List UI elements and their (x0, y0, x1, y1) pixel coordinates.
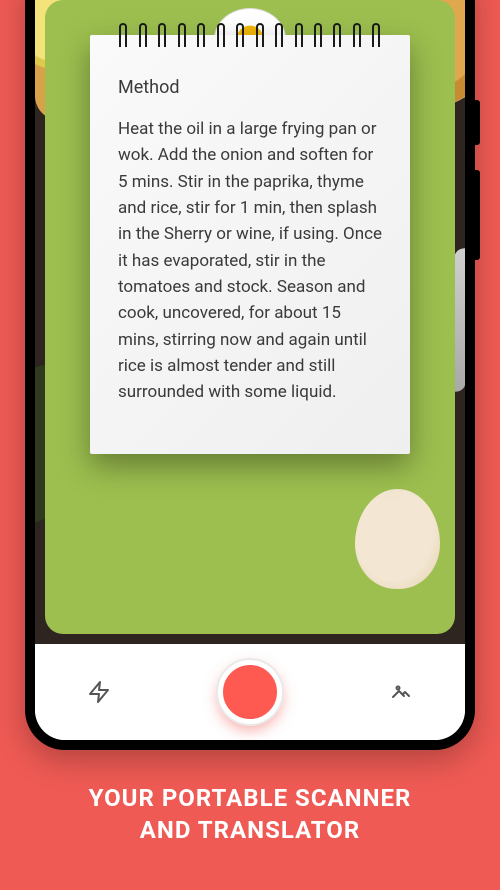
phone-screen: Method Heat the oil in a large frying pa… (35, 0, 465, 740)
gallery-icon (389, 680, 413, 704)
notepad-spiral (90, 23, 410, 47)
flash-toggle-button[interactable] (79, 672, 119, 712)
tagline-line-2: AND TRANSLATOR (89, 814, 412, 846)
camera-viewfinder: Method Heat the oil in a large frying pa… (35, 0, 465, 644)
scanned-notepad: Method Heat the oil in a large frying pa… (90, 35, 410, 454)
tagline-line-1: YOUR PORTABLE SCANNER (89, 782, 412, 814)
camera-controls-bar (35, 644, 465, 740)
prop-egg (355, 489, 440, 589)
marketing-tagline: YOUR PORTABLE SCANNER AND TRANSLATOR (89, 782, 412, 847)
note-body-text: Heat the oil in a large frying pan or wo… (118, 116, 382, 406)
gallery-button[interactable] (381, 672, 421, 712)
shutter-button[interactable] (218, 660, 282, 724)
flash-icon (87, 680, 111, 704)
phone-frame: Method Heat the oil in a large frying pa… (25, 0, 475, 750)
note-heading: Method (118, 77, 382, 98)
